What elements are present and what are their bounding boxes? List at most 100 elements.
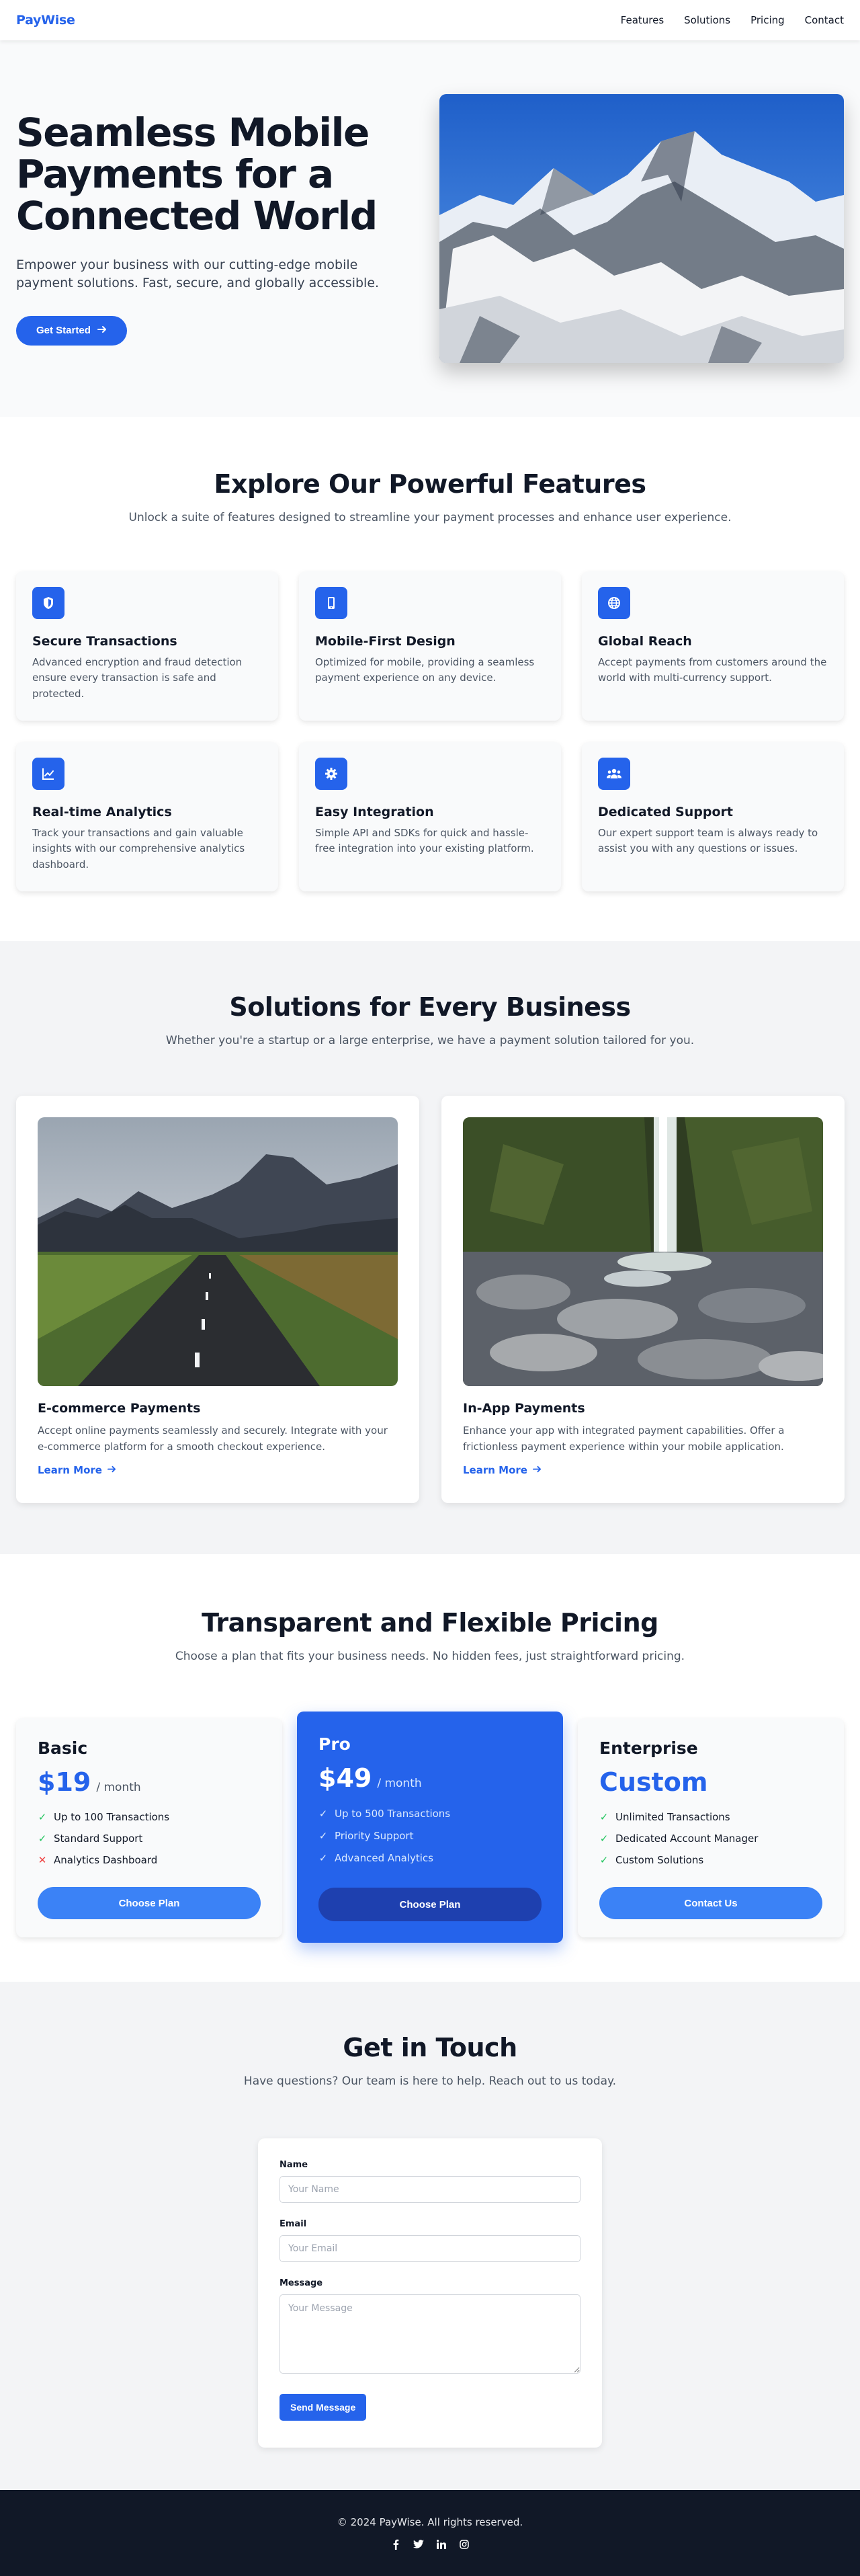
solution-title: E-commerce Payments <box>38 1401 201 1416</box>
plan-card-enterprise: Enterprise Custom ✓ Unlimited Transaction… <box>578 1718 844 1937</box>
plan-feature-text: Advanced Analytics <box>335 1851 433 1864</box>
waterfall-image <box>463 1117 823 1386</box>
feature-title: Mobile-First Design <box>315 634 456 649</box>
feature-title: Easy Integration <box>315 805 434 819</box>
plan-feature: ✓ Up to 100 Transactions <box>38 1806 261 1828</box>
nav-links: Features Solutions Pricing Contact <box>621 14 844 26</box>
brand-logo[interactable]: PayWise <box>16 13 75 28</box>
feature-desc: Advanced encryption and fraud detection … <box>32 656 243 700</box>
choose-plan-button-pro[interactable]: Choose Plan <box>318 1888 542 1921</box>
globe-icon <box>598 587 630 619</box>
feature-card-secure-transactions: Secure Transactions Advanced encryption … <box>16 571 278 721</box>
mountain-road-image <box>38 1117 398 1386</box>
plan-feature: ✓ Priority Support <box>318 1824 542 1847</box>
contact-us-button[interactable]: Contact Us <box>599 1887 822 1919</box>
plan-feature-text: Analytics Dashboard <box>54 1854 158 1866</box>
get-started-button[interactable]: Get Started <box>16 315 127 346</box>
footer: © 2024 PayWise. All rights reserved. <box>0 2490 860 2576</box>
hero-image <box>439 94 844 363</box>
feature-desc: Our expert support team is always ready … <box>598 827 818 855</box>
nav-link-contact[interactable]: Contact <box>805 14 844 26</box>
message-label: Message <box>280 2278 323 2288</box>
plan-period: / month <box>96 1781 141 1794</box>
social-links <box>390 2539 470 2550</box>
feature-card-mobile-first: Mobile-First Design Optimized for mobile… <box>299 571 561 721</box>
plan-feature: ✓ Up to 500 Transactions <box>318 1802 542 1824</box>
plan-amount: Custom <box>599 1767 708 1797</box>
feature-desc: Optimized for mobile, providing a seamle… <box>315 656 535 684</box>
solution-card-ecommerce: E-commerce Payments Accept online paymen… <box>16 1096 419 1503</box>
email-label: Email <box>280 2219 307 2229</box>
copyright-text: © 2024 PayWise. All rights reserved. <box>337 2516 523 2528</box>
plan-features: ✓ Unlimited Transactions ✓ Dedicated Accou… <box>599 1806 822 1871</box>
nav-link-solutions[interactable]: Solutions <box>684 14 730 26</box>
plan-name: Enterprise <box>599 1738 698 1758</box>
email-input[interactable] <box>280 2235 580 2262</box>
plan-feature: ✓ Advanced Analytics <box>318 1847 542 1869</box>
users-icon <box>598 758 630 790</box>
learn-more-link-ecommerce[interactable]: Learn More <box>38 1464 116 1476</box>
send-message-button[interactable]: Send Message <box>280 2394 367 2421</box>
name-label: Name <box>280 2160 308 2170</box>
solution-title: In-App Payments <box>463 1401 585 1416</box>
feature-title: Dedicated Support <box>598 805 733 819</box>
plan-feature: ✕ Analytics Dashboard <box>38 1849 261 1871</box>
arrow-right-icon <box>107 1464 116 1476</box>
learn-more-label: Learn More <box>463 1464 527 1476</box>
contact-title: Get in Touch <box>343 2033 517 2062</box>
check-icon: ✓ <box>318 1829 328 1842</box>
feature-title: Secure Transactions <box>32 634 177 649</box>
feature-desc: Accept payments from customers around th… <box>598 656 827 684</box>
feature-desc: Track your transactions and gain valuabl… <box>32 827 245 871</box>
check-icon: ✓ <box>599 1854 609 1866</box>
solutions-grid: E-commerce Payments Accept online paymen… <box>16 1096 845 1503</box>
check-icon: ✓ <box>599 1833 609 1845</box>
twitter-icon[interactable] <box>413 2539 424 2550</box>
solutions-subtitle: Whether you're a startup or a large ente… <box>165 1034 695 1047</box>
hero-subtitle: Empower your business with our cutting-e… <box>16 257 380 291</box>
plan-feature-text: Up to 100 Transactions <box>54 1811 170 1823</box>
plan-feature-text: Custom Solutions <box>615 1854 704 1866</box>
pricing-title: Transparent and Flexible Pricing <box>202 1608 658 1638</box>
plan-price: Custom <box>599 1767 822 1797</box>
feature-title: Global Reach <box>598 634 692 649</box>
solution-desc: Enhance your app with integrated payment… <box>463 1424 785 1453</box>
chart-line-icon <box>32 758 64 790</box>
solutions-title: Solutions for Every Business <box>229 992 631 1022</box>
contact-subtitle: Have questions? Our team is here to help… <box>243 2075 617 2088</box>
nav-link-features[interactable]: Features <box>621 14 664 26</box>
name-input[interactable] <box>280 2176 580 2203</box>
shield-icon <box>32 587 64 619</box>
plan-price: $49 / month <box>318 1763 542 1793</box>
features-grid: Secure Transactions Advanced encryption … <box>16 571 844 891</box>
plan-price: $19 / month <box>38 1767 261 1797</box>
plan-features: ✓ Up to 100 Transactions ✓ Standard Suppor… <box>38 1806 261 1871</box>
plan-amount: $19 <box>38 1767 91 1797</box>
hero-section: Seamless Mobile Payments for a Connected… <box>0 40 860 417</box>
feature-card-easy-integration: Easy Integration Simple API and SDKs for… <box>299 742 561 891</box>
learn-more-link-in-app[interactable]: Learn More <box>463 1464 542 1476</box>
choose-plan-button-basic[interactable]: Choose Plan <box>38 1887 261 1919</box>
plan-period: / month <box>377 1777 422 1790</box>
feature-card-dedicated-support: Dedicated Support Our expert support tea… <box>582 742 844 891</box>
hero-text: Seamless Mobile Payments for a Connected… <box>16 110 402 346</box>
contact-form: Name Email Message Send Message <box>258 2138 602 2448</box>
plan-feature-text: Priority Support <box>335 1829 414 1842</box>
feature-desc: Simple API and SDKs for quick and hassle… <box>315 827 534 855</box>
plan-feature: ✓ Custom Solutions <box>599 1849 822 1871</box>
plan-feature-text: Standard Support <box>54 1833 143 1845</box>
linkedin-icon[interactable] <box>436 2539 447 2550</box>
facebook-icon[interactable] <box>390 2539 401 2550</box>
plan-card-basic: Basic $19 / month ✓ Up to 100 Transaction… <box>16 1718 282 1937</box>
instagram-icon[interactable] <box>459 2539 470 2550</box>
check-icon: ✓ <box>318 1851 328 1864</box>
message-textarea[interactable] <box>280 2294 580 2374</box>
plan-feature-text: Up to 500 Transactions <box>335 1807 451 1820</box>
hero-title: Seamless Mobile Payments for a Connected… <box>16 110 378 239</box>
features-subtitle: Unlock a suite of features designed to s… <box>128 511 732 524</box>
contact-section: Get in Touch Have questions? Our team is… <box>0 1982 860 2490</box>
check-icon: ✓ <box>599 1811 609 1823</box>
nav-link-pricing[interactable]: Pricing <box>750 14 785 26</box>
plan-feature: ✓ Standard Support <box>38 1828 261 1849</box>
plan-feature: ✓ Dedicated Account Manager <box>599 1828 822 1849</box>
